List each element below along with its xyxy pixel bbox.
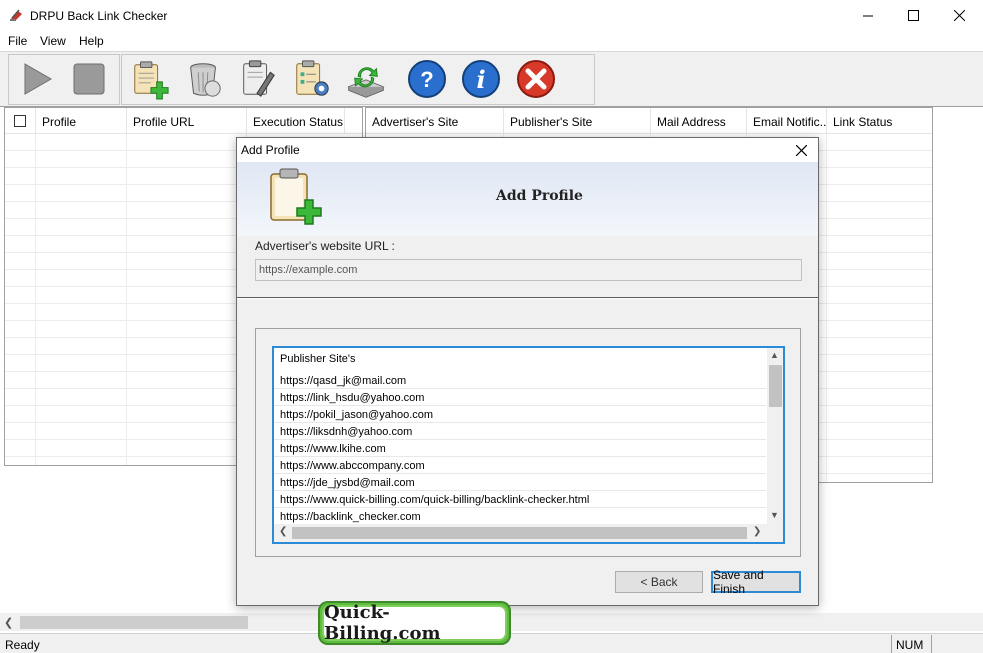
- play-icon: [24, 63, 53, 95]
- column-header-advertisers-site[interactable]: Advertiser's Site: [366, 108, 504, 134]
- scrollbar-corner: [767, 524, 783, 542]
- minimize-button[interactable]: [845, 0, 891, 31]
- list-item[interactable]: https://pokil_jason@yahoo.com: [274, 406, 766, 423]
- scroll-thumb[interactable]: [20, 616, 248, 629]
- menu-help[interactable]: Help: [79, 34, 104, 48]
- list-horizontal-scrollbar[interactable]: ❮ ❯: [274, 524, 767, 542]
- save-and-finish-button[interactable]: Save and Finish: [711, 568, 801, 596]
- publisher-sites-group: Publisher Site's https://qasd_jk@mail.co…: [255, 328, 801, 557]
- status-cell-empty: [931, 635, 961, 653]
- update-button[interactable]: [346, 59, 386, 99]
- help-button[interactable]: ?: [407, 59, 447, 99]
- close-icon: [795, 144, 807, 156]
- dialog-separator: [237, 297, 818, 299]
- list-item[interactable]: https://www.lkihe.com: [274, 440, 766, 457]
- dialog-title: Add Profile: [241, 143, 300, 157]
- exit-icon: [517, 60, 555, 98]
- menu-file[interactable]: File: [8, 34, 27, 48]
- column-header-email-notification[interactable]: Email Notific...: [747, 108, 827, 134]
- dialog-close-button[interactable]: [790, 141, 812, 159]
- publisher-sites-header: Publisher Site's: [280, 353, 356, 365]
- num-lock-indicator: NUM: [891, 635, 931, 653]
- column-header-execution-status[interactable]: Execution Status: [247, 108, 345, 134]
- stop-button[interactable]: [69, 59, 109, 99]
- maximize-icon: [907, 10, 919, 21]
- add-profile-button[interactable]: [130, 59, 170, 100]
- delete-profile-icon: [190, 63, 221, 97]
- advertiser-url-input[interactable]: https://example.com: [255, 259, 802, 281]
- list-item[interactable]: https://www.quick-billing.com/quick-bill…: [274, 491, 766, 508]
- publisher-sites-list[interactable]: Publisher Site's https://qasd_jk@mail.co…: [272, 346, 785, 544]
- exit-button[interactable]: [516, 59, 556, 99]
- window-title: DRPU Back Link Checker: [30, 9, 168, 23]
- delete-profile-button[interactable]: [184, 59, 224, 99]
- scroll-left-icon[interactable]: ❮: [4, 616, 13, 629]
- column-header-profile[interactable]: Profile: [36, 108, 127, 134]
- results-grid-header: Advertiser's Site Publisher's Site Mail …: [366, 108, 932, 134]
- minimize-icon: [863, 15, 873, 16]
- column-header-link-status[interactable]: Link Status: [827, 108, 932, 134]
- about-button[interactable]: i: [461, 59, 501, 99]
- scroll-right-icon[interactable]: ❯: [753, 526, 761, 537]
- column-header-profile-url[interactable]: Profile URL: [127, 108, 247, 134]
- column-header-mail-address[interactable]: Mail Address: [651, 108, 747, 134]
- vertical-scroll-thumb[interactable]: [769, 365, 782, 407]
- column-header-publishers-site[interactable]: Publisher's Site: [504, 108, 651, 134]
- menu-view[interactable]: View: [40, 34, 66, 48]
- settings-button[interactable]: [292, 59, 332, 99]
- profile-grid-header: Profile Profile URL Execution Status: [5, 108, 362, 134]
- watermark-text: Quick-Billing.com: [322, 602, 507, 644]
- help-icon: ?: [408, 60, 446, 98]
- horizontal-scroll-thumb[interactable]: [292, 527, 747, 539]
- add-profile-dialog: Add Profile Add Profile Advertiser's web…: [236, 137, 819, 606]
- list-item[interactable]: https://backlink_checker.com: [274, 508, 766, 525]
- list-item[interactable]: https://jde_jysbd@mail.com: [274, 474, 766, 491]
- update-icon: [347, 67, 385, 98]
- close-icon: [953, 10, 965, 21]
- edit-profile-icon: [243, 60, 275, 97]
- play-button[interactable]: [17, 59, 57, 99]
- scroll-down-icon[interactable]: ▼: [770, 510, 779, 520]
- scroll-left-icon[interactable]: ❮: [279, 526, 287, 537]
- toolbar: ? i: [0, 51, 983, 107]
- back-button[interactable]: < Back: [615, 571, 703, 593]
- status-text: Ready: [5, 638, 40, 652]
- title-bar: DRPU Back Link Checker: [0, 0, 983, 31]
- scroll-up-icon[interactable]: ▲: [770, 350, 779, 360]
- maximize-button[interactable]: [890, 0, 936, 31]
- app-logo-icon: [10, 9, 22, 21]
- toolbar-group-actions: ? i: [121, 54, 595, 105]
- add-profile-icon: [134, 61, 169, 100]
- close-button[interactable]: [936, 0, 982, 31]
- info-icon: i: [462, 60, 500, 98]
- advertiser-url-label: Advertiser's website URL :: [255, 239, 395, 253]
- list-vertical-scrollbar[interactable]: ▲ ▼: [767, 348, 783, 524]
- settings-icon: [296, 60, 329, 96]
- dialog-heading: Add Profile: [496, 188, 583, 204]
- list-item[interactable]: https://liksdnh@yahoo.com: [274, 423, 766, 440]
- svg-text:?: ?: [420, 67, 433, 92]
- menu-bar: File View Help: [0, 31, 983, 51]
- dialog-banner: Add Profile: [237, 162, 818, 236]
- list-item[interactable]: https://link_hsdu@yahoo.com: [274, 389, 766, 406]
- dialog-title-bar: Add Profile: [237, 138, 818, 162]
- svg-text:i: i: [476, 65, 485, 94]
- select-all-column: [5, 108, 36, 134]
- stop-icon: [73, 63, 105, 95]
- list-item[interactable]: https://qasd_jk@mail.com: [274, 372, 766, 389]
- edit-profile-button[interactable]: [238, 59, 278, 99]
- watermark-badge: Quick-Billing.com: [318, 601, 511, 645]
- toolbar-group-run: [8, 54, 120, 105]
- select-all-checkbox[interactable]: [14, 115, 26, 127]
- list-item[interactable]: https://www.abccompany.com: [274, 457, 766, 474]
- add-profile-icon: [270, 168, 322, 225]
